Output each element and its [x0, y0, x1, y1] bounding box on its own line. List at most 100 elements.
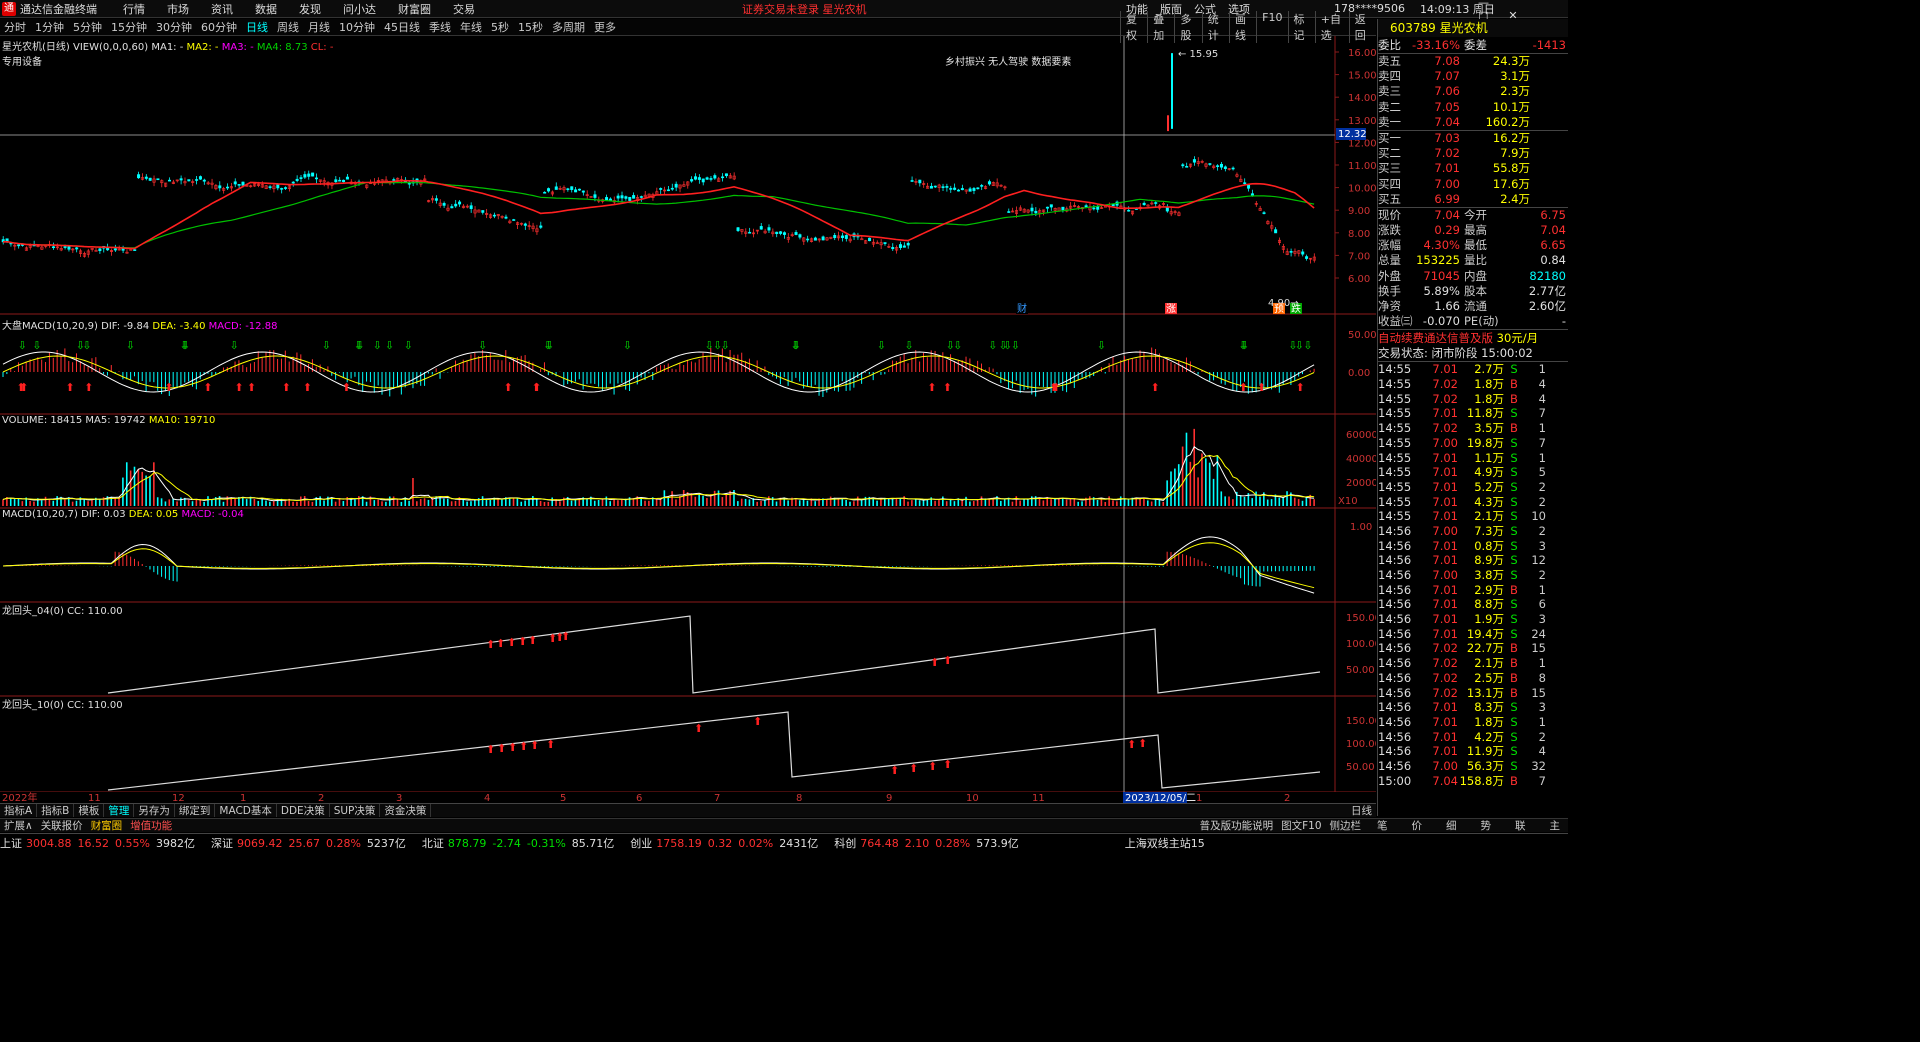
menu-item-1[interactable]: 市场 — [167, 3, 189, 16]
tick-side: B — [1510, 582, 1518, 597]
period-tab-8[interactable]: 月线 — [308, 19, 330, 35]
indicator-tab-8[interactable]: SUP决策 — [330, 804, 381, 817]
rp-tab-2[interactable]: 细 — [1442, 819, 1461, 832]
candle-body — [1262, 212, 1266, 214]
indicator-tab-7[interactable]: DDE决策 — [277, 804, 330, 817]
rp-tab-1[interactable]: 价 — [1408, 819, 1427, 832]
period-tab-4[interactable]: 30分钟 — [156, 19, 192, 35]
candle-body — [342, 179, 346, 183]
period-tab-2[interactable]: 5分钟 — [73, 19, 102, 35]
menu-item-2[interactable]: 资讯 — [211, 3, 233, 16]
period-tab-15[interactable]: 多周期 — [552, 19, 585, 35]
webi-row: 委比 -33.16% 委差 -1413 — [1378, 38, 1566, 52]
candle-body — [338, 179, 342, 182]
stat-row-1: 涨跌 0.29 最高 7.04 — [1378, 223, 1568, 238]
ext-right-2[interactable]: 侧边栏 — [1326, 819, 1366, 832]
indicator-tab-6[interactable]: MACD基本 — [215, 804, 277, 817]
bid-volume: 17.6万 — [1492, 176, 1530, 191]
candle-body — [226, 186, 230, 189]
menu-item-7[interactable]: 交易 — [453, 3, 475, 16]
macd-header: MACD(10,20,7) DIF: 0.03 DEA: 0.05 MACD: … — [2, 509, 244, 520]
candle-body — [450, 206, 454, 209]
period-tab-16[interactable]: 更多 — [594, 19, 616, 35]
candle-body — [523, 223, 527, 226]
period-tab-13[interactable]: 5秒 — [491, 19, 509, 35]
promo-banner[interactable]: 自动续费通达信普及版 30元/月 — [1378, 329, 1568, 345]
index-name: 创业 — [630, 836, 653, 850]
menu-item-5[interactable]: 问小达 — [343, 3, 376, 16]
candle-body — [202, 179, 206, 182]
ma3-label: MA3: - — [221, 42, 254, 53]
ext-right-1[interactable]: 图文F10 — [1277, 819, 1325, 832]
indicator-tab-9[interactable]: 资金决策 — [380, 804, 432, 817]
menu-item-0[interactable]: 行情 — [123, 3, 145, 16]
stat-value: -0.070 — [1422, 314, 1460, 329]
index-1[interactable]: 深证 9069.42 25.67 0.28% 5237亿 — [211, 835, 414, 851]
menu-item-6[interactable]: 财富圈 — [398, 3, 431, 16]
period-tab-6[interactable]: 日线 — [246, 19, 268, 35]
index-value: 0.28% — [935, 836, 971, 850]
stock-header[interactable]: 603789 星光农机 — [1378, 19, 1568, 37]
rp-tab-4[interactable]: 联 — [1511, 819, 1530, 832]
app-name: 通达信金融终端 — [20, 2, 97, 16]
candle-body — [1092, 207, 1096, 210]
period-tab-3[interactable]: 15分钟 — [111, 19, 147, 35]
login-notice[interactable]: 证券交易未登录 星光农机 — [742, 1, 867, 17]
rp-tab-0[interactable]: 笔 — [1373, 819, 1392, 832]
stat-label: 涨幅 — [1378, 238, 1401, 253]
period-tab-7[interactable]: 周线 — [277, 19, 299, 35]
signal-arrow-icon: ⬆ — [486, 743, 495, 756]
tick-volume: 1.9万 — [1474, 612, 1504, 627]
minimize-icon[interactable]: — — [1478, 0, 1509, 9]
index-name: 科创 — [834, 836, 857, 850]
index-0[interactable]: 上证 3004.88 16.52 0.55% 3982亿 — [0, 835, 203, 851]
price-tick: 7.00 — [1348, 251, 1370, 262]
candle-body — [840, 235, 844, 238]
tick-volume: 11.9万 — [1466, 744, 1504, 759]
indicator-tab-5[interactable]: 绑定到 — [175, 804, 216, 817]
menu-item-3[interactable]: 数据 — [255, 3, 277, 16]
tick-row: 14:55 7.02 3.5万 B 1 — [1378, 421, 1568, 436]
index-4[interactable]: 科创 764.48 2.10 0.28% 573.9亿 — [834, 835, 1026, 851]
period-tab-11[interactable]: 季线 — [429, 19, 451, 35]
ext-tab-1[interactable]: 关联报价 — [37, 819, 87, 832]
signal-arrow-icon: ⬆ — [943, 758, 952, 771]
period-tab-10[interactable]: 45日线 — [384, 19, 420, 35]
candle-body — [933, 185, 937, 188]
period-tab-1[interactable]: 1分钟 — [35, 19, 64, 35]
period-tab-14[interactable]: 15秒 — [518, 19, 543, 35]
period-tab-12[interactable]: 年线 — [460, 19, 482, 35]
tick-list[interactable]: 14:55 7.01 2.7万 S 1 14:55 7.02 1.8万 B 4 14:55 7.02 1… — [1378, 361, 1568, 788]
ext-tab-0[interactable]: 扩展∧ — [0, 819, 37, 832]
candle-body — [868, 237, 872, 242]
ext-tab-2[interactable]: 财富圈 — [87, 819, 127, 832]
tick-time: 14:56 — [1378, 729, 1412, 744]
tick-price: 7.02 — [1432, 670, 1458, 685]
tick-count: 2 — [1538, 568, 1546, 582]
tick-row: 14:55 7.02 1.8万 B 4 — [1378, 392, 1568, 407]
period-tab-5[interactable]: 60分钟 — [201, 19, 237, 35]
period-tab-9[interactable]: 10分钟 — [339, 19, 375, 35]
bid-price: 7.02 — [1434, 146, 1460, 161]
tick-price: 7.01 — [1432, 494, 1458, 509]
stat-value: 6.75 — [1540, 207, 1566, 222]
indicator-tab-1[interactable]: 指标B — [37, 804, 75, 817]
chart-area[interactable]: 16.00 15.00 14.00 13.00 12.00 11.00 10.00 9.00 8… — [0, 36, 1376, 816]
rp-tab-3[interactable]: 势 — [1477, 819, 1496, 832]
indicator-tab-3[interactable]: 管理 — [104, 804, 135, 817]
indicator-tab-0[interactable]: 指标A — [0, 804, 38, 817]
x-axis-label: 11 — [88, 793, 101, 803]
tick-volume: 0.8万 — [1474, 538, 1504, 553]
period-tab-0[interactable]: 分时 — [4, 19, 26, 35]
indicator-tab-4[interactable]: 另存为 — [134, 804, 175, 817]
index-2[interactable]: 北证 878.79 -2.74 -0.31% 85.71亿 — [422, 835, 622, 851]
index-3[interactable]: 创业 1758.19 0.32 0.02% 2431亿 — [630, 835, 826, 851]
indicator-tab-2[interactable]: 模板 — [74, 804, 105, 817]
ext-tab-3[interactable]: 增值功能 — [126, 819, 176, 832]
rp-tab-5[interactable]: 主 — [1546, 819, 1565, 832]
candle-body — [75, 247, 79, 250]
menu-item-4[interactable]: 发现 — [299, 3, 321, 16]
server-label[interactable]: 上海双线主站15 — [1125, 835, 1205, 851]
ext-right-0[interactable]: 普及版功能说明 — [1196, 819, 1278, 832]
stat-value: - — [1561, 314, 1566, 329]
